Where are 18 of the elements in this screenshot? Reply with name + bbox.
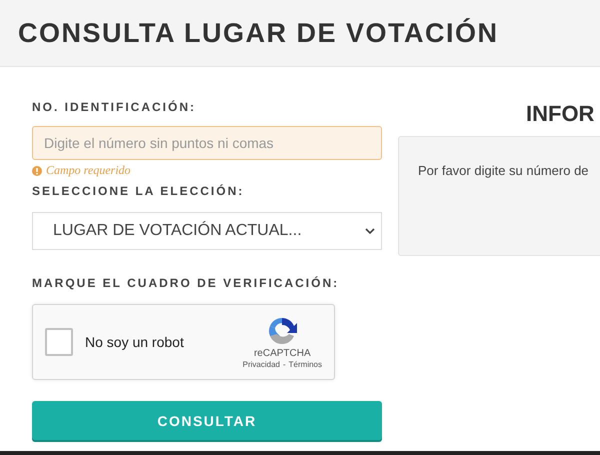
error-message: Campo requerido <box>46 163 131 178</box>
id-input-field[interactable]: Digite el número sin puntos ni comas <box>32 126 382 160</box>
recaptcha-logo-icon <box>266 315 298 347</box>
terms-link[interactable]: Términos <box>288 360 322 369</box>
field-label: NO. IDENTIFICACIÓN: <box>32 100 197 114</box>
checkbox[interactable] <box>45 328 73 356</box>
caret-icon <box>365 228 375 234</box>
privacy-link[interactable]: Privacidad <box>242 360 280 369</box>
captcha-brand: reCAPTCHA <box>254 348 311 359</box>
separator: - <box>282 360 286 369</box>
info-message: Por favor digite su número de <box>418 163 589 178</box>
checkbox-label: No soy un robot <box>85 334 184 350</box>
field-label: SELECCIONE LA ELECCIÓN: <box>32 184 246 198</box>
warning-icon <box>32 166 42 176</box>
section-title: INFOR <box>526 101 596 127</box>
field-label: MARQUE EL CUADRO DE VERIFICACIÓN: <box>32 276 340 290</box>
page-title: CONSULTA LUGAR DE VOTACIÓN <box>18 18 498 48</box>
election-dropdown[interactable]: LUGAR DE VOTACIÓN ACTUAL... <box>32 212 382 250</box>
